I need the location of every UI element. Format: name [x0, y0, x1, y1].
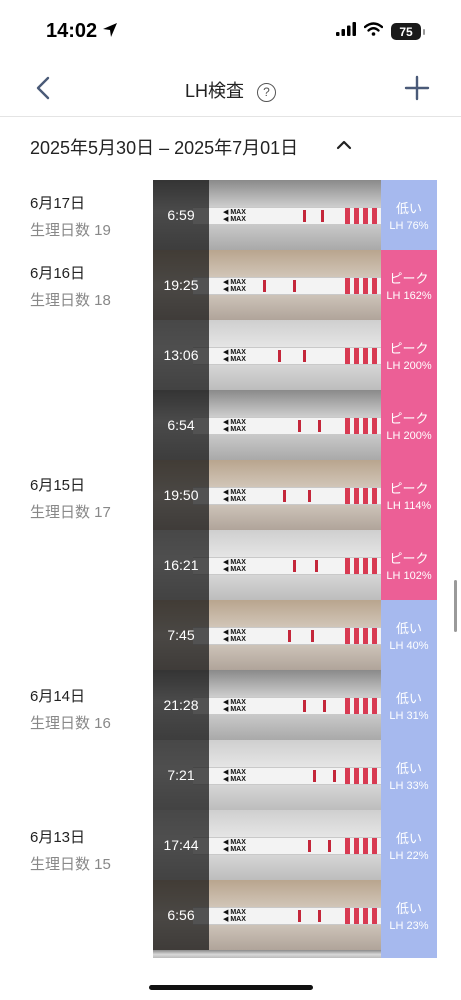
day-date: 6月15日	[30, 477, 86, 494]
test-time: 21:28	[163, 697, 199, 713]
lh-test-entry[interactable]: ◀ MAX ◀ MAX 6:56 低い LH 23%	[153, 880, 437, 950]
location-arrow-icon	[102, 22, 118, 43]
test-time: 17:44	[163, 837, 199, 853]
test-time: 6:56	[167, 907, 195, 923]
signal-icon	[336, 22, 356, 41]
lh-level-label: ピーク	[389, 411, 429, 426]
cycle-day: 生理日数 19	[30, 222, 111, 239]
lh-level-label: ピーク	[389, 271, 429, 286]
lh-level-label: ピーク	[389, 341, 429, 356]
lh-percent: LH 200%	[386, 430, 432, 442]
lh-percent: LH 76%	[389, 220, 429, 232]
lh-test-entry[interactable]: ◀ MAX ◀ MAX 7:21 低い LH 33%	[153, 740, 437, 810]
lh-percent: LH 102%	[386, 570, 432, 582]
date-range-label: 2025年5月30日 – 2025年7月01日	[30, 138, 299, 158]
lh-level-badge: 低い LH 31%	[381, 670, 437, 740]
lh-percent: LH 33%	[389, 780, 429, 792]
lh-level-badge: ピーク LH 114%	[381, 460, 437, 530]
lh-test-entry[interactable]: ◀ MAX ◀ MAX 17:44 低い LH 22%	[153, 810, 437, 880]
battery-indicator: 75	[391, 23, 421, 40]
lh-test-entry[interactable]: ◀ MAX ◀ MAX 6:54 ピーク LH 200%	[153, 390, 437, 460]
lh-level-label: 低い	[395, 201, 422, 216]
test-time: 13:06	[163, 347, 199, 363]
lh-level-label: 低い	[395, 691, 422, 706]
lh-test-entry[interactable]: ◀ MAX ◀ MAX 19:25 ピーク LH 162%	[153, 250, 437, 320]
lh-percent: LH 31%	[389, 710, 429, 722]
lh-level-badge: 低い LH 40%	[381, 600, 437, 670]
lh-level-label: 低い	[395, 831, 422, 846]
day-group-label: 6月16日 生理日数 18	[30, 262, 111, 310]
status-time: 14:02	[46, 20, 98, 42]
lh-test-entry[interactable]: ◀ MAX ◀ MAX 7:45 低い LH 40%	[153, 600, 437, 670]
wifi-icon	[363, 22, 384, 41]
lh-percent: LH 40%	[389, 640, 429, 652]
cycle-day: 生理日数 18	[30, 292, 111, 309]
day-date: 6月17日	[30, 195, 86, 212]
date-range-selector[interactable]: 2025年5月30日 – 2025年7月01日	[0, 116, 461, 174]
test-time: 7:45	[167, 627, 195, 643]
lh-level-label: 低い	[395, 621, 422, 636]
lh-percent: LH 200%	[386, 360, 432, 372]
lh-percent: LH 23%	[389, 920, 429, 932]
status-bar: 14:02 75	[0, 0, 461, 60]
lh-percent: LH 22%	[389, 850, 429, 862]
day-date: 6月14日	[30, 688, 86, 705]
test-time: 6:54	[167, 417, 195, 433]
day-date: 6月16日	[30, 265, 86, 282]
lh-level-badge: 低い LH 76%	[381, 180, 437, 250]
lh-level-badge: ピーク LH 102%	[381, 530, 437, 600]
help-icon[interactable]: ?	[257, 83, 277, 102]
lh-level-label: 低い	[395, 761, 422, 776]
scrollbar[interactable]	[454, 580, 457, 632]
lh-level-badge: 低い LH 22%	[381, 810, 437, 880]
test-time: 7:21	[167, 767, 195, 783]
cycle-day: 生理日数 16	[30, 715, 111, 732]
lh-level-badge: ピーク LH 200%	[381, 320, 437, 390]
cycle-day: 生理日数 15	[30, 856, 111, 873]
test-time: 19:50	[163, 487, 199, 503]
day-date: 6月13日	[30, 829, 86, 846]
page-title: LH検査	[184, 81, 244, 101]
nav-title-group: LH検査 ?	[0, 77, 461, 103]
add-plus-icon[interactable]	[403, 74, 431, 102]
cycle-day: 生理日数 17	[30, 504, 111, 521]
lh-level-badge: 低い LH 23%	[381, 880, 437, 950]
day-group-label: 6月15日 生理日数 17	[30, 474, 111, 522]
navigation-bar: LH検査 ?	[0, 60, 461, 117]
chevron-up-icon[interactable]	[335, 136, 353, 154]
bottom-safe-area	[0, 958, 461, 1000]
status-indicators: 75	[336, 22, 425, 41]
lh-percent: LH 162%	[386, 290, 432, 302]
lh-test-entry[interactable]: ◀ MAX ◀ MAX 19:50 ピーク LH 114%	[153, 460, 437, 530]
lh-level-badge: ピーク LH 162%	[381, 250, 437, 320]
battery-cap	[423, 28, 425, 35]
test-time: 6:59	[167, 207, 195, 223]
lh-percent: LH 114%	[386, 500, 432, 512]
lh-test-entry[interactable]: ◀ MAX ◀ MAX 6:59 低い LH 76%	[153, 180, 437, 250]
home-indicator[interactable]	[149, 985, 313, 990]
lh-level-label: ピーク	[389, 551, 429, 566]
lh-level-badge: ピーク LH 200%	[381, 390, 437, 460]
test-time: 19:25	[163, 277, 199, 293]
day-group-label: 6月14日 生理日数 16	[30, 685, 111, 733]
test-time: 16:21	[163, 557, 199, 573]
lh-test-entry[interactable]: ◀ MAX ◀ MAX 13:06 ピーク LH 200%	[153, 320, 437, 390]
lh-level-label: ピーク	[389, 481, 429, 496]
lh-test-entry[interactable]: ◀ MAX ◀ MAX 16:21 ピーク LH 102%	[153, 530, 437, 600]
lh-test-entry[interactable]: ◀ MAX ◀ MAX 21:28 低い LH 31%	[153, 670, 437, 740]
lh-level-label: 低い	[395, 901, 422, 916]
lh-level-badge: 低い LH 33%	[381, 740, 437, 810]
day-group-label: 6月13日 生理日数 15	[30, 826, 111, 874]
day-group-label: 6月17日 生理日数 19	[30, 192, 111, 240]
